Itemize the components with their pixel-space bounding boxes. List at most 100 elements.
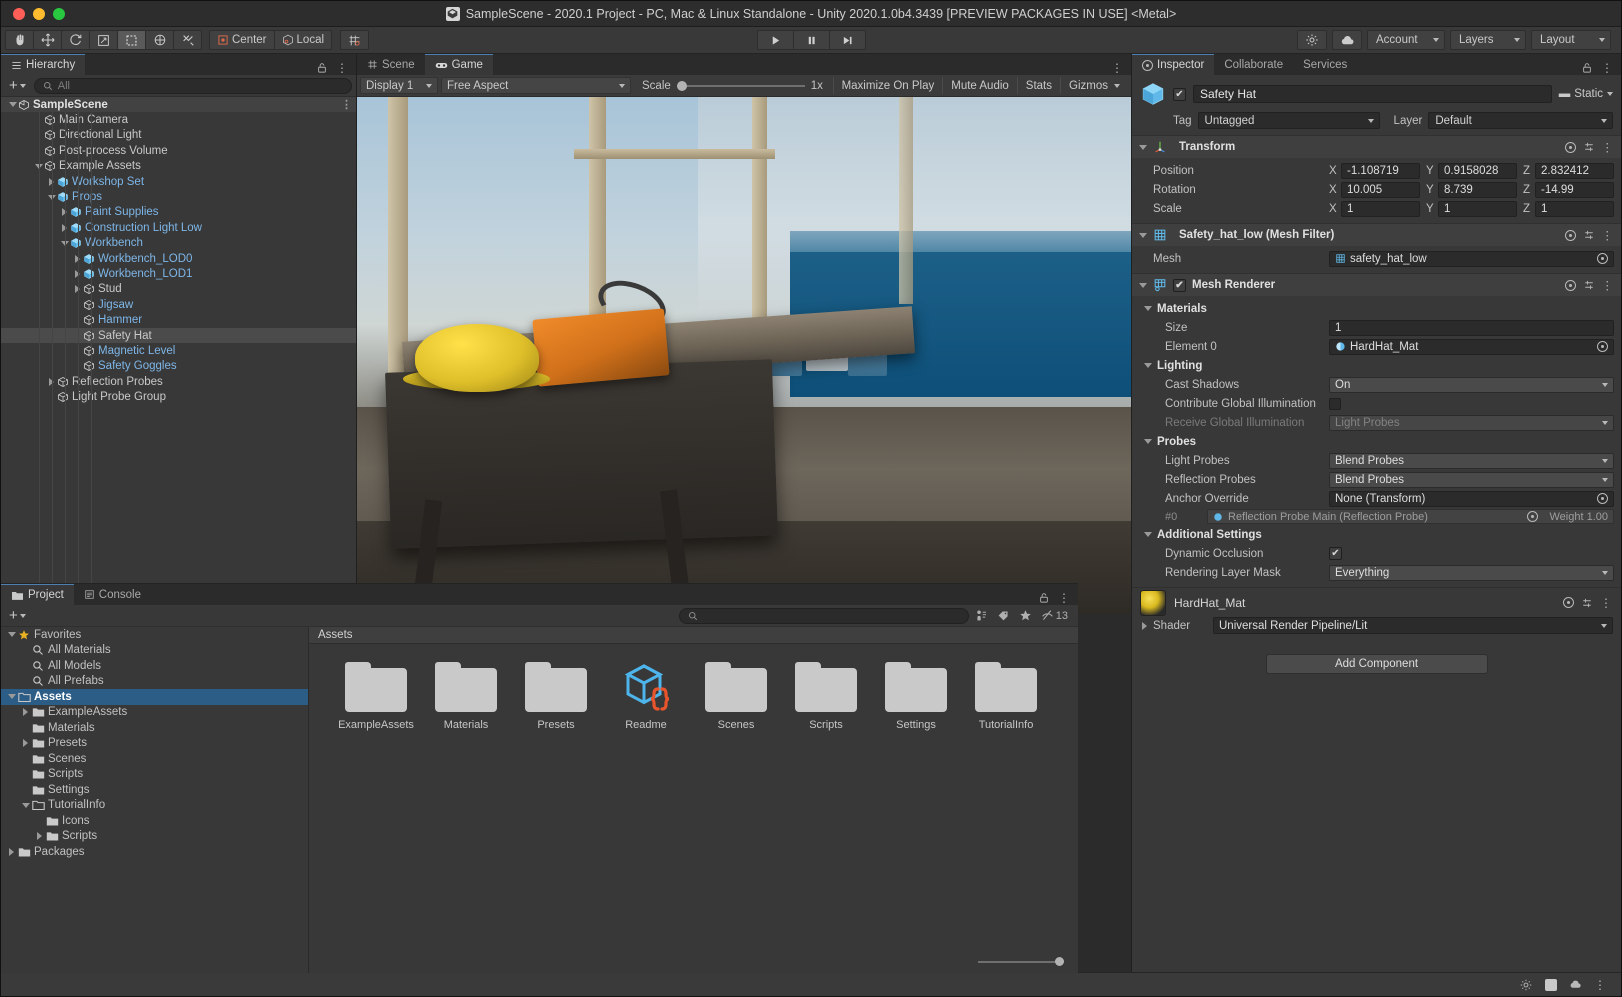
hierarchy-tree[interactable]: SampleScene⋮Main CameraDirectional Light… (1, 97, 356, 614)
transform-rotation-x-input[interactable]: 10.005 (1341, 182, 1420, 198)
twisty[interactable] (19, 739, 32, 747)
chevron-right-icon[interactable] (9, 848, 14, 856)
chevron-right-icon[interactable] (37, 832, 42, 840)
hierarchy-item-magnetic-level[interactable]: Magnetic Level (1, 343, 356, 358)
twisty[interactable] (19, 708, 32, 716)
object-picker-icon[interactable] (1597, 253, 1608, 264)
object-picker-icon[interactable] (1597, 341, 1608, 352)
tab-hierarchy[interactable]: Hierarchy (1, 54, 85, 75)
mesh-filter-header[interactable]: Safety_hat_low (Mesh Filter) ⋮ (1132, 224, 1621, 246)
additional-settings-foldout[interactable]: Additional Settings (1139, 525, 1614, 544)
hierarchy-item-post-process-volume[interactable]: Post-process Volume (1, 143, 356, 158)
transform-scale-z-input[interactable]: 1 (1535, 201, 1614, 217)
gizmos-dropdown[interactable]: Gizmos (1060, 77, 1128, 94)
object-enabled-checkbox[interactable]: ✔ (1173, 88, 1186, 101)
asset-item-materials[interactable]: Materials (421, 662, 511, 731)
asset-item-presets[interactable]: Presets (511, 662, 601, 731)
hierarchy-item-jigsaw[interactable]: Jigsaw (1, 297, 356, 312)
light-probes-dropdown[interactable]: Blend Probes (1329, 453, 1614, 469)
hierarchy-item-hammer[interactable]: Hammer (1, 312, 356, 327)
tab-inspector[interactable]: Inspector (1132, 54, 1214, 75)
hierarchy-create-button[interactable]: + (5, 78, 30, 93)
play-button[interactable] (757, 30, 794, 50)
maximize-on-play-toggle[interactable]: Maximize On Play (833, 77, 943, 94)
hierarchy-item-workbench-lod0[interactable]: Workbench_LOD0 (1, 251, 356, 266)
layout-dropdown[interactable]: Layout (1531, 30, 1611, 50)
chevron-right-icon[interactable] (23, 739, 28, 747)
help-icon[interactable] (1565, 280, 1576, 291)
tab-game[interactable]: Game (425, 54, 493, 75)
dynamic-occlusion-checkbox[interactable]: ✔ (1329, 547, 1342, 560)
project-tree-item-all-materials[interactable]: All Materials (1, 643, 308, 659)
lock-icon[interactable] (316, 62, 328, 74)
project-tree-item-all-models[interactable]: All Models (1, 658, 308, 674)
object-picker-icon[interactable] (1527, 511, 1538, 522)
collapse-triangle-icon[interactable] (1144, 532, 1152, 537)
project-tree-item-assets[interactable]: Assets (1, 689, 308, 705)
filter-label-icon[interactable] (997, 609, 1010, 622)
scale-tool-button[interactable] (89, 30, 118, 50)
transform-rotation-z-input[interactable]: -14.99 (1535, 182, 1614, 198)
mute-audio-toggle[interactable]: Mute Audio (942, 77, 1017, 94)
chevron-down-icon[interactable] (9, 102, 17, 107)
anchor-override-field[interactable]: None (Transform) (1329, 491, 1614, 507)
hierarchy-menu-icon[interactable]: ⋮ (336, 61, 349, 75)
asset-item-tutorialinfo[interactable]: TutorialInfo (961, 662, 1051, 731)
layers-dropdown[interactable]: Layers (1450, 30, 1526, 50)
project-tree-item-tutorialinfo[interactable]: TutorialInfo (1, 798, 308, 814)
twisty[interactable] (5, 848, 18, 856)
asset-item-settings[interactable]: Settings (871, 662, 961, 731)
project-tree-item-settings[interactable]: Settings (1, 782, 308, 798)
hierarchy-item-safety-hat[interactable]: Safety Hat (1, 328, 356, 343)
hierarchy-scrollbar[interactable] (350, 97, 355, 614)
twisty[interactable] (19, 803, 32, 808)
asset-item-scenes[interactable]: Scenes (691, 662, 781, 731)
probes-foldout[interactable]: Probes (1139, 432, 1614, 451)
add-component-button[interactable]: Add Component (1266, 654, 1488, 674)
sprite-icon[interactable] (1545, 979, 1557, 991)
project-tree-item-favorites[interactable]: Favorites (1, 627, 308, 643)
asset-item-exampleassets[interactable]: ExampleAssets (331, 662, 421, 731)
reflection-probes-dropdown[interactable]: Blend Probes (1329, 472, 1614, 488)
materials-size-input[interactable]: 1 (1329, 320, 1614, 336)
project-tree-item-icons[interactable]: Icons (1, 813, 308, 829)
move-tool-button[interactable] (33, 30, 62, 50)
chevron-right-icon[interactable] (23, 708, 28, 716)
pause-button[interactable] (793, 30, 830, 50)
lighting-foldout[interactable]: Lighting (1139, 356, 1614, 375)
twisty[interactable] (33, 832, 46, 840)
twisty[interactable] (7, 102, 18, 107)
project-create-button[interactable]: + (5, 608, 30, 623)
editor-settings-icon[interactable] (1297, 30, 1327, 50)
project-tree-item-materials[interactable]: Materials (1, 720, 308, 736)
status-menu-icon[interactable]: ⋮ (1594, 978, 1607, 992)
asset-zoom-knob[interactable] (1055, 957, 1064, 966)
transform-position-x-input[interactable]: -1.108719 (1341, 163, 1420, 179)
mesh-renderer-enabled-checkbox[interactable]: ✔ (1173, 279, 1186, 292)
project-search-input[interactable] (679, 608, 969, 624)
hierarchy-item-workbench-lod1[interactable]: Workbench_LOD1 (1, 266, 356, 281)
collapse-triangle-icon[interactable] (1139, 283, 1147, 288)
hierarchy-item-example-assets[interactable]: Example Assets (1, 159, 356, 174)
project-tree-item-scenes[interactable]: Scenes (1, 751, 308, 767)
help-icon[interactable] (1563, 597, 1574, 608)
light-bulb-icon[interactable] (1519, 978, 1533, 992)
object-picker-icon[interactable] (1597, 493, 1608, 504)
rotate-tool-button[interactable] (61, 30, 90, 50)
tab-project[interactable]: Project (1, 584, 74, 605)
transform-scale-y-input[interactable]: 1 (1438, 201, 1517, 217)
project-tree-item-exampleassets[interactable]: ExampleAssets (1, 705, 308, 721)
star-icon[interactable] (1019, 609, 1032, 622)
hierarchy-item-safety-goggles[interactable]: Safety Goggles (1, 359, 356, 374)
asset-zoom-slider[interactable] (978, 961, 1064, 963)
chevron-down-icon[interactable] (22, 803, 30, 808)
twisty[interactable] (5, 632, 18, 637)
scale-slider-group[interactable]: Scale 1x (634, 80, 831, 92)
stats-toggle[interactable]: Stats (1017, 77, 1060, 94)
hierarchy-item-reflection-probes[interactable]: Reflection Probes (1, 374, 356, 389)
cloud-status-icon[interactable] (1569, 978, 1582, 991)
component-menu-icon[interactable]: ⋮ (1600, 596, 1613, 610)
mesh-renderer-header[interactable]: ✔ Mesh Renderer ⋮ (1132, 274, 1621, 296)
transform-header[interactable]: Transform ⋮ (1132, 136, 1621, 158)
tab-scene[interactable]: Scene (357, 54, 425, 75)
